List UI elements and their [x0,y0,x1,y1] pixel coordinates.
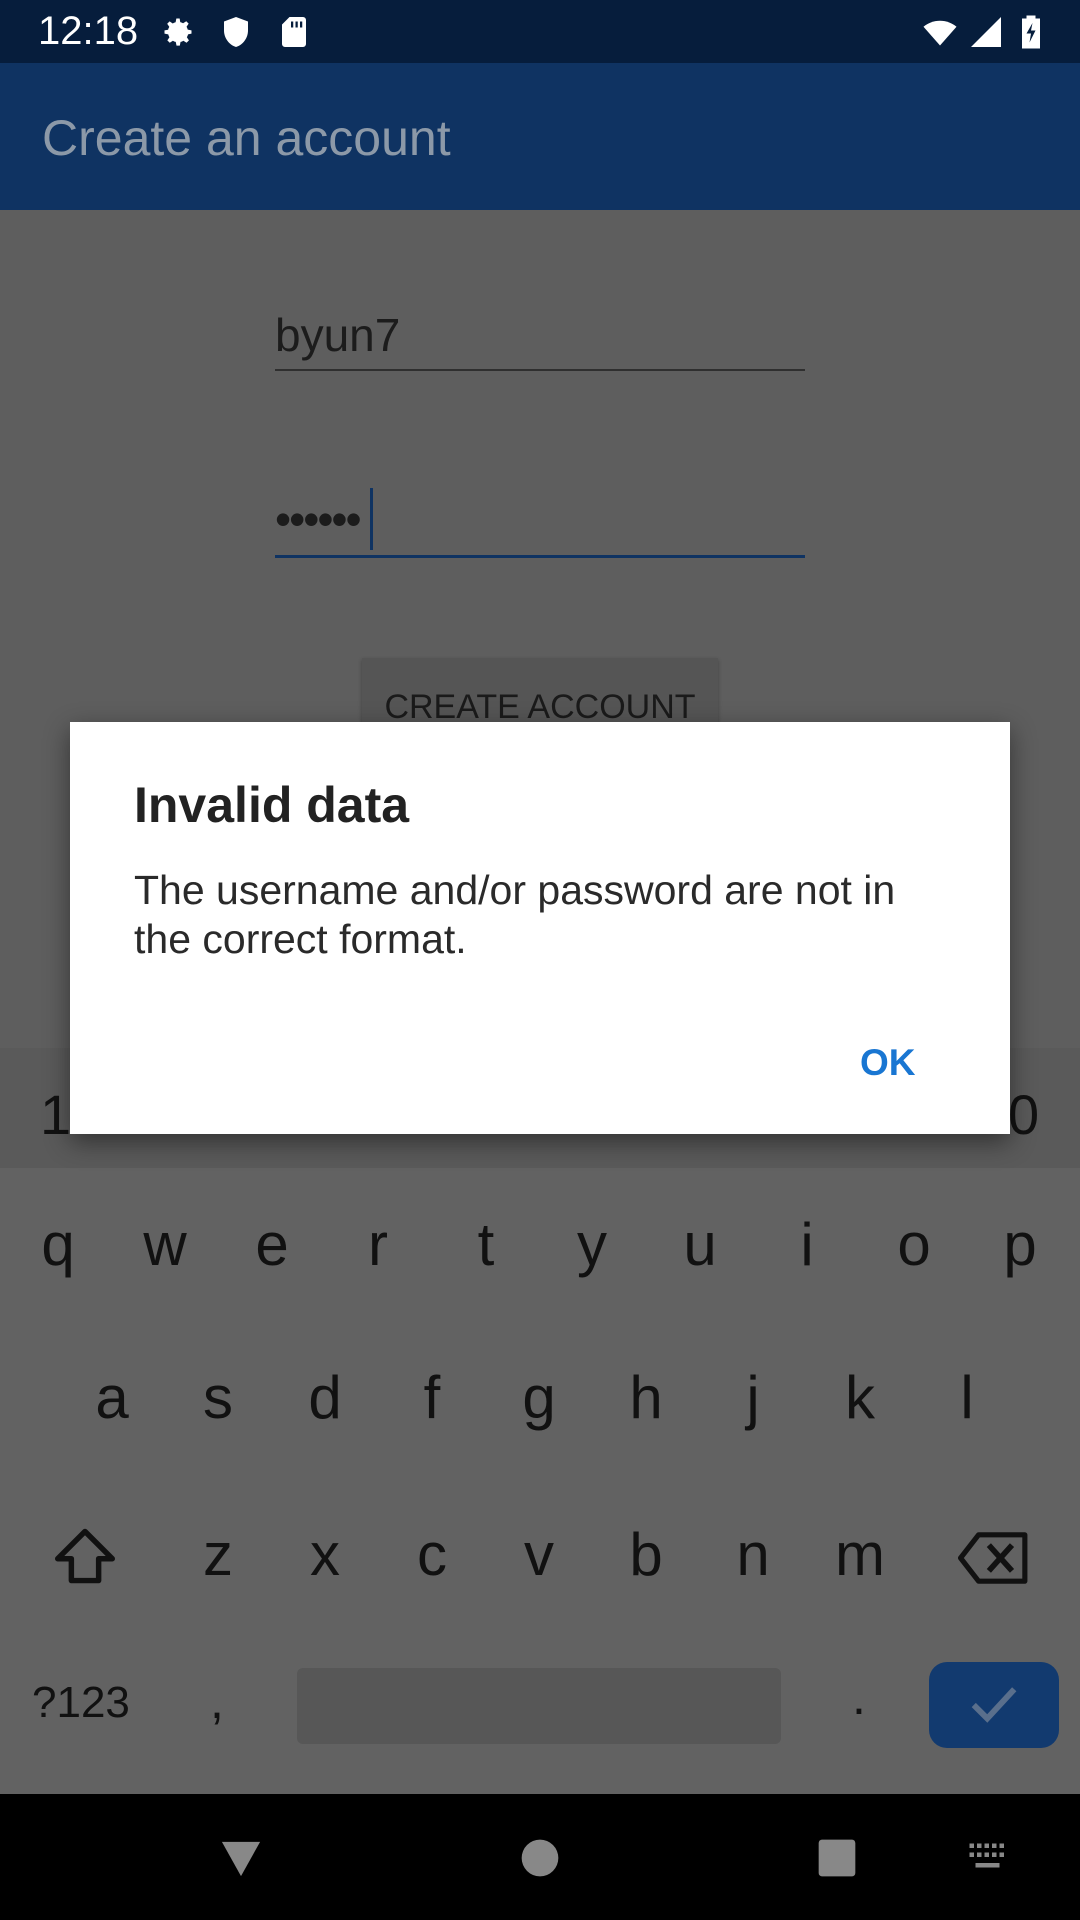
symbols-key[interactable]: ?123 [32,1678,130,1728]
key-i[interactable]: i [757,1210,857,1280]
key-e[interactable]: e [222,1210,322,1280]
dialog-message: The username and/or password are not in … [134,867,896,962]
username-field[interactable]: byun7 [275,308,400,362]
keyboard-switch-icon[interactable] [968,1842,1010,1872]
key-o[interactable]: o [864,1210,964,1280]
home-icon[interactable] [520,1838,560,1878]
key-0[interactable]: 0 [1008,1082,1039,1147]
key-w[interactable]: w [115,1210,215,1280]
key-u[interactable]: u [650,1210,750,1280]
key-d[interactable]: d [275,1363,375,1433]
password-field[interactable]: •••••• [275,492,362,546]
signal-icon [971,17,1001,47]
password-underline [275,555,805,558]
key-n[interactable]: n [703,1520,803,1590]
battery-charging-icon [1022,15,1040,49]
key-a[interactable]: a [62,1363,162,1433]
sd-card-icon [282,17,306,47]
wifi-icon [923,20,957,46]
gear-icon [164,18,192,46]
back-icon[interactable] [218,1838,264,1880]
ok-button[interactable]: OK [860,1042,916,1084]
key-h[interactable]: h [596,1363,696,1433]
key-m[interactable]: m [810,1520,910,1590]
key-t[interactable]: t [436,1210,536,1280]
dialog-title: Invalid data [134,777,410,833]
status-time: 12:18 [38,9,139,53]
key-j[interactable]: j [703,1363,803,1433]
shift-icon[interactable] [52,1526,118,1586]
text-cursor [370,488,373,550]
key-v[interactable]: v [489,1520,589,1590]
space-bar[interactable] [297,1668,781,1744]
key-y[interactable]: y [542,1210,642,1280]
key-b[interactable]: b [596,1520,696,1590]
key-k[interactable]: k [810,1363,910,1433]
key-f[interactable]: f [382,1363,482,1433]
key-p[interactable]: p [970,1210,1070,1280]
key-l[interactable]: l [917,1363,1017,1433]
recents-icon[interactable] [817,1838,857,1878]
key-c[interactable]: c [382,1520,482,1590]
username-underline [275,369,805,371]
checkmark-icon [971,1687,1017,1723]
key-s[interactable]: s [168,1363,268,1433]
error-dialog: Invalid data The username and/or passwor… [70,722,1010,1134]
key-r[interactable]: r [328,1210,428,1280]
key-1[interactable]: 1 [40,1082,71,1147]
key-z[interactable]: z [168,1520,268,1590]
comma-key[interactable]: , [210,1672,224,1730]
page-title: Create an account [42,110,451,166]
key-q[interactable]: q [8,1210,108,1280]
period-key[interactable]: . [852,1668,866,1726]
shield-icon [224,17,248,47]
key-x[interactable]: x [275,1520,375,1590]
key-g[interactable]: g [489,1363,589,1433]
backspace-icon[interactable] [958,1530,1030,1586]
enter-key[interactable] [929,1662,1059,1748]
